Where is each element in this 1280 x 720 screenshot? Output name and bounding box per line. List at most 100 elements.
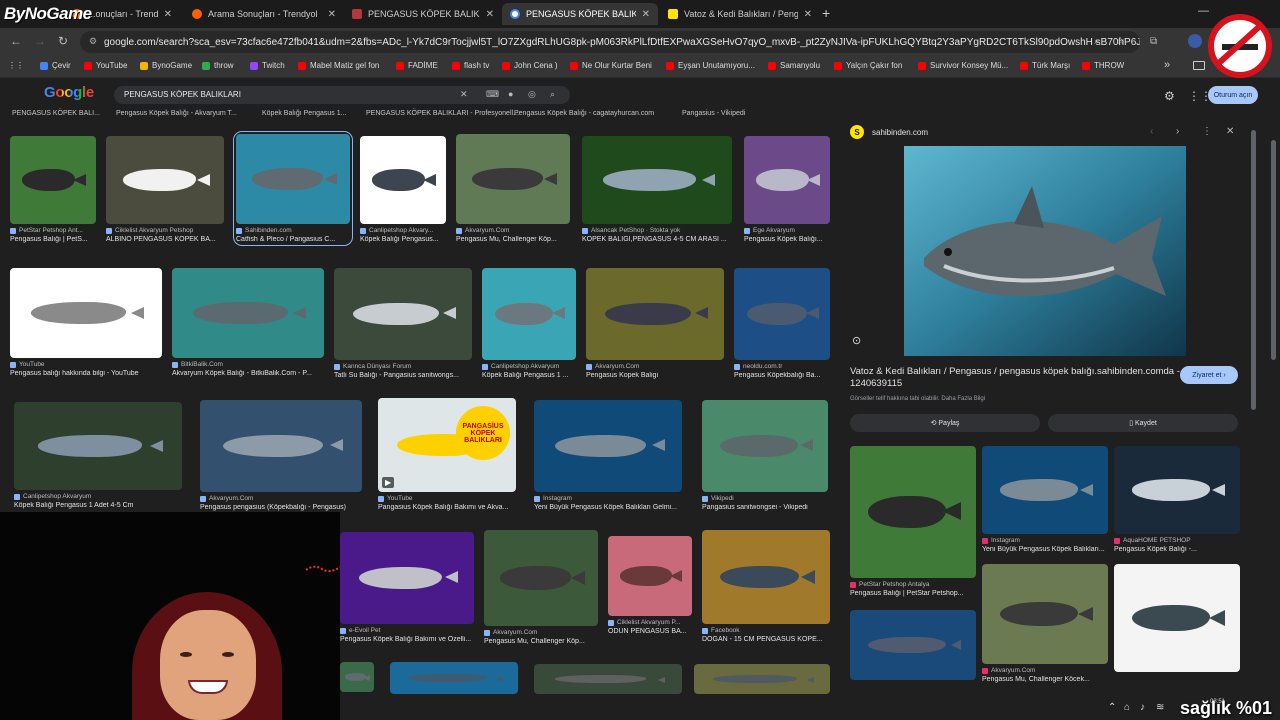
related-image[interactable]: Akvaryum.Com Pengasus Mu, Challenger Köce… — [982, 564, 1108, 683]
result-title[interactable]: Pengasus Kopek Baligi — [586, 372, 724, 379]
result-thumbnail[interactable] — [534, 400, 682, 492]
related-title[interactable]: Pengasus Balığı | PetStar Petshop... — [850, 590, 976, 597]
result-thumbnail[interactable] — [14, 402, 182, 490]
share-button[interactable]: ⟲ Paylaş — [850, 414, 1040, 432]
image-result[interactable] — [390, 662, 518, 694]
page-scrollbar-thumb[interactable] — [1271, 140, 1276, 360]
tab-google-search[interactable]: PENGASUS KÖPEK BALIKLARI - ✕ — [502, 3, 658, 25]
result-title[interactable]: DOĞAN - 15 CM PENGASUS KÖPE... — [702, 636, 830, 643]
related-image[interactable] — [850, 610, 976, 680]
image-result[interactable]: Ciklelist Akvaryum P... ODUN PENGASUS BA.… — [608, 536, 692, 635]
save-button[interactable]: ▯ Kaydet — [1048, 414, 1238, 432]
result-source[interactable]: Vikipedi — [702, 495, 828, 502]
image-result[interactable]: Canlipetshop Akvaryum Köpek Balığı Pengas… — [14, 402, 182, 509]
result-title[interactable]: Pengasus Mu, Challenger Köp... — [456, 236, 570, 243]
result-thumbnail[interactable] — [236, 134, 350, 224]
apps-icon[interactable]: ⋮⋮ — [8, 61, 24, 70]
result-source[interactable]: Ciklelist Akvaryum Petshop — [106, 227, 224, 234]
keyboard-icon[interactable]: ⌨ — [486, 89, 499, 100]
tab-sahibinden[interactable]: Vatoz & Kedi Balıkları / Pengas ✕ — [660, 3, 820, 25]
result-thumbnail[interactable] — [534, 664, 682, 694]
related-image[interactable] — [1114, 564, 1240, 672]
related-chip[interactable]: PENGASUS KÖPEK BALIKLARI - Profesyonell.… — [366, 110, 519, 117]
related-source[interactable]: AquaHOME PETSHOP — [1114, 537, 1240, 544]
image-result[interactable]: e-Evoil Pet Pengasus Köpek Balığı Bakımı … — [340, 532, 474, 643]
result-thumbnail[interactable] — [340, 662, 374, 692]
site-info-icon[interactable]: ⚙ — [89, 36, 97, 47]
result-source[interactable]: Canlipetshop Akvaryum — [14, 493, 182, 500]
result-thumbnail[interactable] — [734, 268, 830, 360]
panel-scrollbar-thumb[interactable] — [1251, 130, 1256, 410]
wifi-icon[interactable]: ≋ — [1156, 702, 1164, 713]
related-image[interactable]: AquaHOME PETSHOP Pengasus Köpek Balığı -.… — [1114, 446, 1240, 553]
close-icon[interactable]: ✕ — [1226, 126, 1234, 137]
search-icon[interactable]: ⌕ — [550, 89, 555, 100]
bookmark-item[interactable]: Twitch — [250, 61, 285, 70]
bookmark-item[interactable]: Ne Olur Kurtar Beni — [570, 61, 652, 70]
image-result[interactable]: Alsancak PetShop · Stokta yok KÖPEK BALIĞ… — [582, 136, 732, 243]
speaker-icon[interactable]: ♪ — [1140, 702, 1145, 713]
image-result[interactable]: PetStar Petshop Ant... Pengasus Balığı | … — [10, 136, 96, 243]
image-result[interactable]: Akvaryum.Com Pengasus pengasius (Köpekbal… — [200, 400, 362, 511]
preview-source[interactable]: S sahibinden.com — [850, 125, 928, 139]
related-title[interactable]: Yeni Büyük Pengasus Köpek Balıkları... — [982, 546, 1108, 553]
result-thumbnail[interactable] — [482, 268, 576, 360]
result-thumbnail[interactable] — [484, 530, 598, 626]
related-thumbnail[interactable] — [982, 564, 1108, 664]
panel-scrollbar[interactable] — [1250, 118, 1258, 720]
result-thumbnail[interactable] — [360, 136, 446, 224]
result-thumbnail[interactable] — [340, 532, 474, 624]
result-title[interactable]: KÖPEK BALIĞI,PENGASUS 4-5 CM ARASI ... — [582, 236, 732, 243]
close-tab-icon[interactable]: ✕ — [164, 9, 172, 20]
forward-icon[interactable]: → — [34, 34, 46, 48]
image-result[interactable]: Ege Akvaryum Pengasus Köpek Balığı... — [744, 136, 830, 243]
related-source[interactable]: Akvaryum.Com — [982, 667, 1108, 674]
result-thumbnail[interactable] — [200, 400, 362, 492]
result-source[interactable]: Akvaryum.Com — [484, 629, 598, 636]
related-thumbnail[interactable] — [982, 446, 1108, 534]
result-thumbnail[interactable] — [172, 268, 324, 358]
result-title[interactable]: Köpek Balığı Pengasus 1 Adet 4-5 Cm — [14, 502, 182, 509]
image-result[interactable]: Akvaryum.Com Pengasus Mu, Challenger Köp.… — [456, 134, 570, 243]
image-result[interactable]: Instagram Yeni Büyük Pengasus Köpek Balık… — [534, 400, 682, 511]
result-thumbnail[interactable] — [106, 136, 224, 224]
address-bar[interactable]: ⚙ google.com/search?sca_esv=73cfac6e472f… — [80, 31, 1140, 53]
result-source[interactable]: Canlipetshop Akvaryum — [482, 363, 576, 370]
bookmark-item[interactable]: throw — [202, 61, 234, 70]
bookmark-item[interactable]: flash tv — [452, 61, 489, 70]
mic-icon[interactable]: ● — [508, 89, 513, 99]
result-source[interactable]: YouTube — [378, 495, 516, 502]
result-title[interactable]: Pengasus Mu, Challenger Köp... — [484, 638, 598, 645]
result-title[interactable]: Pengasus pengasius (Köpekbalığı - Pengas… — [200, 504, 362, 511]
image-result[interactable]: neoldu.com.tr Pengasus Köpekbalığı Ba... — [734, 268, 830, 379]
google-logo[interactable]: Google — [44, 84, 94, 101]
result-source[interactable]: BitkiBalik.Com — [172, 361, 324, 368]
result-title[interactable]: Köpek Balığı Pengasus... — [360, 236, 446, 243]
result-thumbnail[interactable] — [608, 536, 692, 616]
related-thumbnail[interactable] — [850, 610, 976, 680]
search-box[interactable]: PENGASUS KÖPEK BALIKLARI ✕ ⌨ ● ◎ ⌕ — [114, 86, 570, 104]
result-title[interactable]: Yeni Büyük Pengasus Köpek Balıkları Gelm… — [534, 504, 682, 511]
result-thumbnail[interactable] — [694, 664, 830, 694]
profile-avatar[interactable] — [1188, 34, 1202, 48]
related-image[interactable]: PetStar Petshop Antalya Pengasus Balığı |… — [850, 446, 976, 597]
more-options-icon[interactable]: ⋮ — [1202, 126, 1212, 137]
image-result[interactable]: PANGASİUS KÖPEK BALIKLARI ▶ YouTube Pangasi… — [378, 398, 516, 511]
result-source[interactable]: YouTube — [10, 361, 162, 368]
close-tab-icon[interactable]: ✕ — [486, 9, 494, 20]
search-query[interactable]: PENGASUS KÖPEK BALIKLARI — [124, 90, 241, 99]
result-source[interactable]: neoldu.com.tr — [734, 363, 830, 370]
minimize-icon[interactable]: — — [1198, 5, 1209, 17]
related-thumbnail[interactable] — [1114, 564, 1240, 672]
result-title[interactable]: Catfish & Pleco / Pangasius C... — [236, 236, 350, 243]
bookmark-item[interactable]: John Cena ) — [502, 61, 558, 70]
result-title[interactable]: Pengasus Balığı | PetS... — [10, 236, 96, 243]
more-bookmarks-icon[interactable]: » — [1164, 59, 1170, 71]
bookmark-item[interactable]: Yalçın Çakır fon — [834, 61, 902, 70]
result-source[interactable]: Kannca Dünyası Forum — [334, 363, 472, 370]
bookmark-item[interactable]: Survivor Konsey Mü... — [918, 61, 1008, 70]
related-source[interactable]: Instagram — [982, 537, 1108, 544]
bookmark-item[interactable]: Türk Marşı — [1020, 61, 1070, 70]
related-title[interactable]: Pengasus Köpek Balığı -... — [1114, 546, 1240, 553]
bookmark-item[interactable]: YouTube — [84, 61, 127, 70]
